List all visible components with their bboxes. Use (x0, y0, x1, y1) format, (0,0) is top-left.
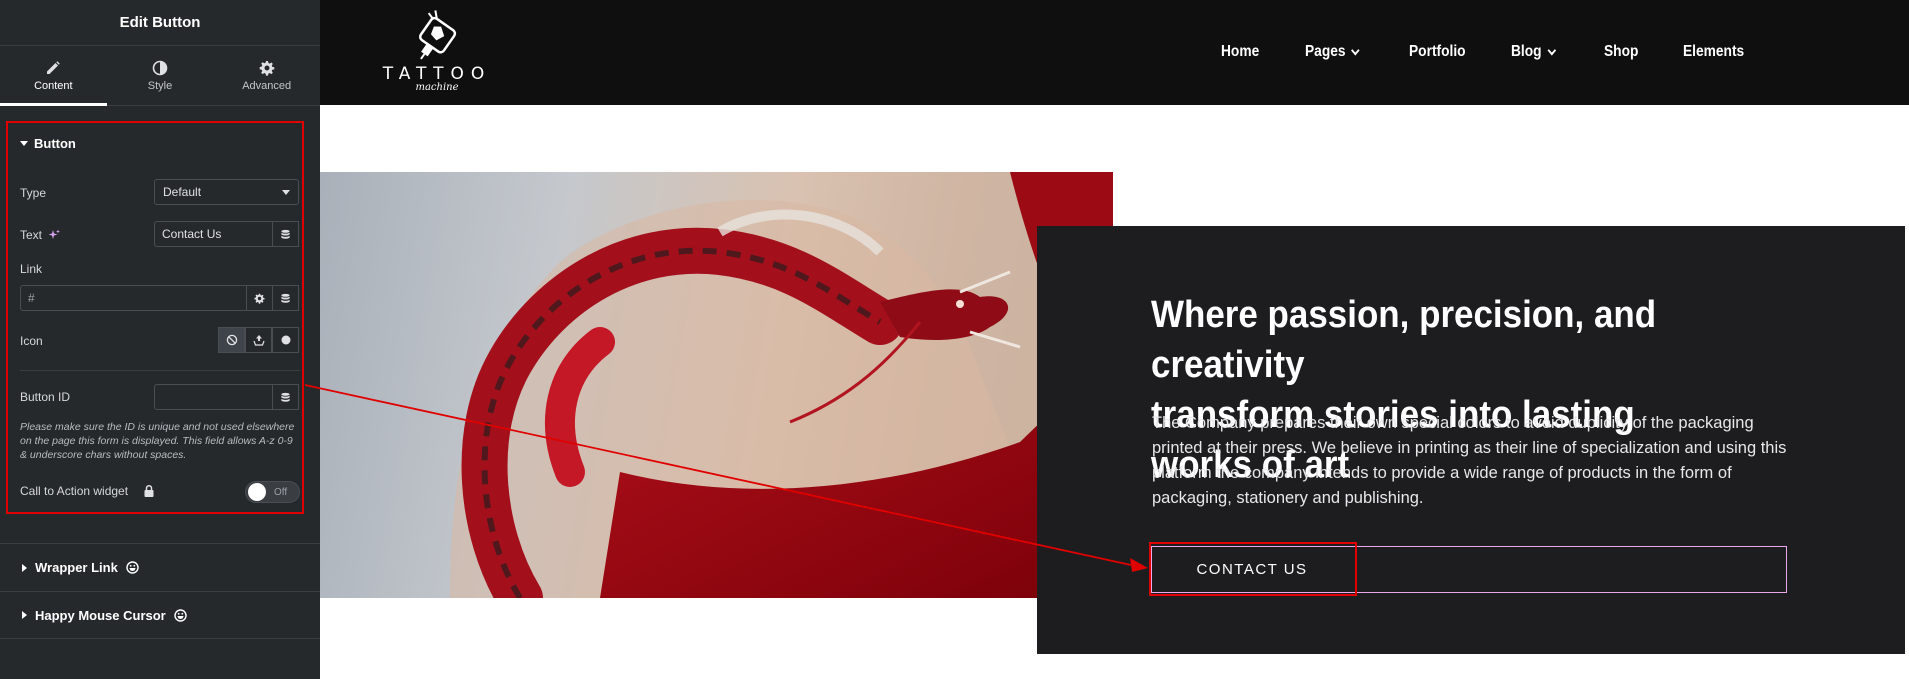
annotation-arrow (304, 384, 1148, 572)
